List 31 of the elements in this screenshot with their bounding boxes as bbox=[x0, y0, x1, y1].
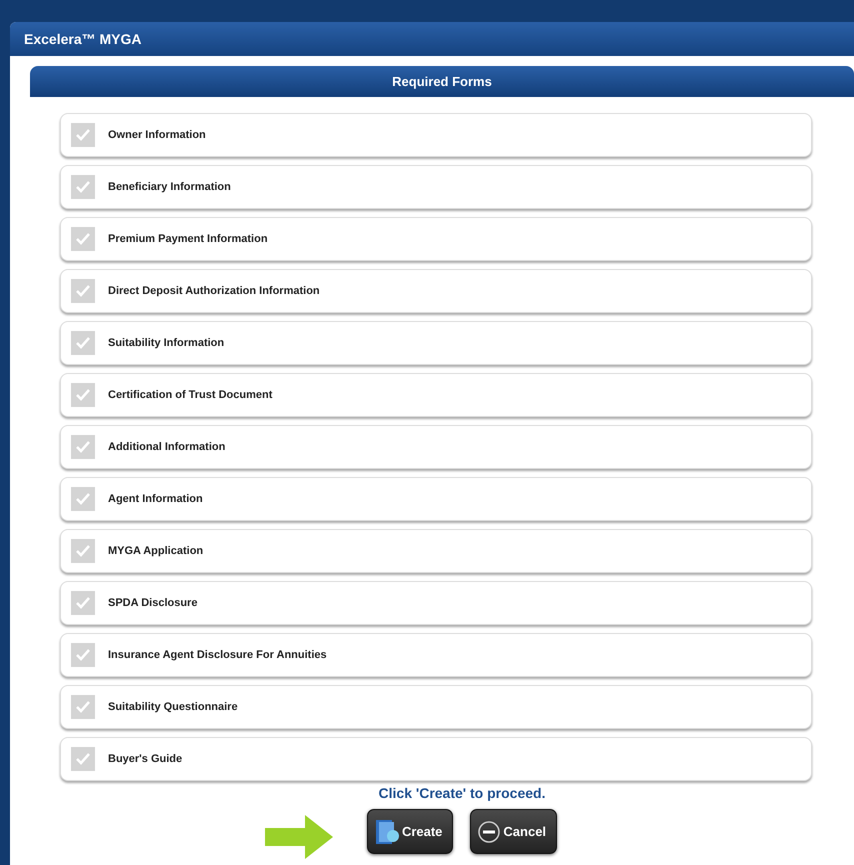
form-label: Agent Information bbox=[108, 493, 203, 505]
form-row[interactable]: Insurance Agent Disclosure For Annuities bbox=[60, 633, 812, 677]
form-label: Certification of Trust Document bbox=[108, 389, 272, 401]
form-row[interactable]: Suitability Questionnaire bbox=[60, 685, 812, 729]
form-label: MYGA Application bbox=[108, 545, 204, 557]
section-title: Required Forms bbox=[392, 74, 492, 89]
form-row[interactable]: Suitability Information bbox=[60, 321, 812, 365]
form-label: Buyer's Guide bbox=[108, 753, 182, 765]
form-row[interactable]: SPDA Disclosure bbox=[60, 581, 812, 625]
form-row[interactable]: Agent Information bbox=[60, 477, 812, 521]
form-row[interactable]: Direct Deposit Authorization Information bbox=[60, 269, 812, 313]
form-label: Suitability Information bbox=[108, 337, 224, 349]
form-label: Insurance Agent Disclosure For Annuities bbox=[108, 649, 327, 661]
form-label: Suitability Questionnaire bbox=[108, 701, 238, 713]
form-label: Premium Payment Information bbox=[108, 233, 268, 245]
form-label: SPDA Disclosure bbox=[108, 597, 198, 609]
instruction-text: Click 'Create' to proceed. bbox=[378, 785, 546, 801]
form-label: Owner Information bbox=[108, 129, 206, 141]
cancel-button[interactable]: Cancel bbox=[470, 809, 558, 854]
form-row[interactable]: Certification of Trust Document bbox=[60, 373, 812, 417]
form-row[interactable]: Owner Information bbox=[60, 113, 812, 157]
form-row[interactable]: MYGA Application bbox=[60, 529, 812, 573]
form-row[interactable]: Additional Information bbox=[60, 425, 812, 469]
form-row[interactable]: Buyer's Guide bbox=[60, 737, 812, 781]
form-label: Direct Deposit Authorization Information bbox=[108, 285, 320, 297]
form-label: Beneficiary Information bbox=[108, 181, 231, 193]
window-title: Excelera™ MYGA bbox=[24, 31, 142, 47]
form-label: Additional Information bbox=[108, 441, 226, 453]
form-row[interactable]: Beneficiary Information bbox=[60, 165, 812, 209]
form-row[interactable]: Premium Payment Information bbox=[60, 217, 812, 261]
create-button[interactable]: Create bbox=[366, 809, 454, 854]
